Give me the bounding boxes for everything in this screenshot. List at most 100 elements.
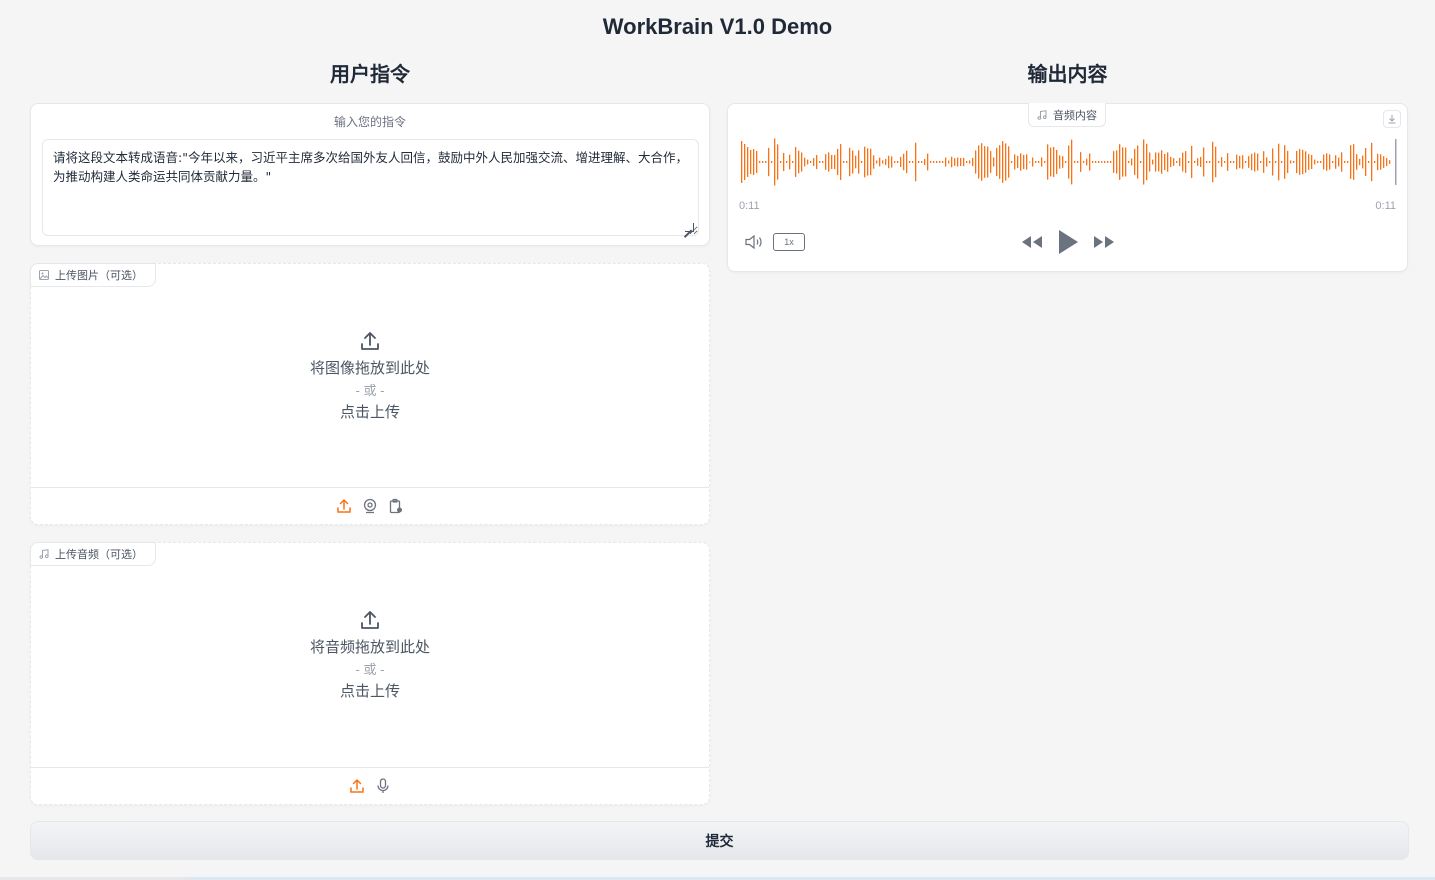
music-note-icon xyxy=(39,549,49,559)
waveform-bar xyxy=(987,146,989,178)
waveform-bar xyxy=(1347,161,1349,163)
audio-drop-zone[interactable]: 将音频拖放到此处 - 或 - 点击上传 xyxy=(31,609,709,703)
waveform-bar xyxy=(1332,161,1334,163)
waveform-bar xyxy=(1308,154,1310,170)
waveform-bar xyxy=(1029,161,1031,163)
waveform-bar xyxy=(960,157,962,167)
waveform-bar xyxy=(1242,155,1244,169)
waveform-bar xyxy=(1248,156,1250,168)
waveform-bar xyxy=(906,150,908,174)
waveform-bar xyxy=(1245,161,1247,163)
playhead xyxy=(1395,139,1397,185)
waveform-bar xyxy=(870,148,872,176)
waveform-bar xyxy=(831,154,833,170)
clipboard-icon[interactable] xyxy=(388,498,404,514)
microphone-icon[interactable] xyxy=(375,778,391,794)
waveform-bar xyxy=(855,155,857,169)
waveform-bar xyxy=(921,161,923,163)
waveform-bar xyxy=(1290,160,1292,164)
waveform-bar xyxy=(1278,143,1280,181)
image-drop-text: 将图像拖放到此处 xyxy=(309,360,430,377)
waveform-bar xyxy=(1005,143,1007,181)
waveform-bar xyxy=(1152,159,1154,165)
waveform-bar xyxy=(978,145,980,179)
waveform-bar xyxy=(891,156,893,168)
waveform-bar xyxy=(1050,147,1052,177)
rewind-icon[interactable] xyxy=(1020,234,1044,250)
playback-speed-button[interactable]: 1x xyxy=(773,233,805,251)
audio-upload-tag-label: 上传音频（可选） xyxy=(55,549,143,561)
waveform-bar xyxy=(1368,161,1370,163)
output-column-title: 输出内容 xyxy=(1027,64,1108,86)
waveform-bar xyxy=(1104,161,1106,163)
waveform-bar xyxy=(1218,161,1220,163)
waveform-bar xyxy=(771,161,773,163)
waveform-bar xyxy=(1227,153,1229,171)
waveform-bar xyxy=(744,144,746,180)
waveform-bar xyxy=(1074,161,1076,163)
waveform-bar xyxy=(909,161,911,163)
waveform-bar xyxy=(933,161,935,163)
waveform-bar xyxy=(1179,157,1181,167)
waveform-bar xyxy=(1233,161,1235,163)
waveform-bar xyxy=(1194,161,1196,163)
waveform-bar xyxy=(1260,161,1262,163)
waveform-bar xyxy=(1353,144,1355,180)
waveform-bar xyxy=(1134,148,1136,176)
waveform-bar xyxy=(984,146,986,178)
waveform-bar xyxy=(1350,145,1352,179)
waveform-bar xyxy=(1272,148,1274,176)
waveform-bar xyxy=(1017,155,1019,169)
waveform-bar xyxy=(1065,161,1067,163)
waveform-bar xyxy=(1386,158,1388,166)
waveform-bar xyxy=(825,154,827,170)
image-drop-zone[interactable]: 将图像拖放到此处 - 或 - 点击上传 xyxy=(31,330,709,424)
upload-icon[interactable] xyxy=(349,778,365,794)
waveform-bar xyxy=(1374,161,1376,163)
waveform-bar xyxy=(1287,150,1289,174)
volume-icon[interactable] xyxy=(744,233,764,251)
instruction-card: 输入您的指令 请将这段文本转成语音:"今年以来，习近平主席多次给国外友人回信，鼓… xyxy=(30,103,710,246)
download-button[interactable] xyxy=(1383,110,1401,128)
waveform-bar xyxy=(765,161,767,163)
waveform-bar xyxy=(822,161,824,163)
textarea-resize-handle[interactable] xyxy=(685,223,694,232)
app-title: WorkBrain V1.0 Demo xyxy=(602,14,833,39)
waveform-bar xyxy=(1329,154,1331,170)
fast-forward-icon[interactable] xyxy=(1092,234,1116,250)
waveform-bar xyxy=(1380,154,1382,170)
image-upload-card: 上传图片（可选） 将图像拖放到此处 - 或 - 点击上传 xyxy=(30,263,710,525)
waveform-bar xyxy=(1161,150,1163,174)
waveform-bar xyxy=(1011,161,1013,163)
waveform-bar xyxy=(1071,139,1073,185)
audio-waveform[interactable] xyxy=(740,137,1397,187)
waveform-bar xyxy=(810,161,812,163)
waveform-bar xyxy=(1209,161,1211,163)
waveform-bar xyxy=(786,161,788,163)
waveform-bar xyxy=(1095,161,1097,163)
waveform-bar xyxy=(1155,152,1157,172)
waveform-bar xyxy=(1344,161,1346,163)
instruction-textarea[interactable]: 请将这段文本转成语音:"今年以来，习近平主席多次给国外友人回信，鼓励中外人民加强… xyxy=(42,139,699,236)
waveform-bar xyxy=(1128,161,1130,163)
waveform-bar xyxy=(1002,141,1004,183)
waveform-bar xyxy=(930,161,932,163)
waveform-bar xyxy=(927,153,929,171)
waveform-bar xyxy=(1107,161,1109,163)
webcam-icon[interactable] xyxy=(362,498,378,514)
waveform-bar xyxy=(1299,149,1301,175)
waveform-bar xyxy=(999,145,1001,179)
upload-icon[interactable] xyxy=(336,498,352,514)
waveform-bar xyxy=(936,161,938,163)
waveform-bar xyxy=(1170,156,1172,168)
waveform-bar xyxy=(1263,151,1265,173)
waveform-bar xyxy=(879,157,881,167)
waveform-bar xyxy=(1137,145,1139,179)
waveform-bar xyxy=(894,161,896,163)
waveform-bar xyxy=(1143,139,1145,185)
waveform-bar xyxy=(966,161,968,163)
waveform-bar xyxy=(1365,147,1367,177)
play-icon[interactable] xyxy=(1056,228,1080,256)
waveform-bar xyxy=(1059,155,1061,169)
submit-button[interactable]: 提交 xyxy=(30,821,1409,860)
